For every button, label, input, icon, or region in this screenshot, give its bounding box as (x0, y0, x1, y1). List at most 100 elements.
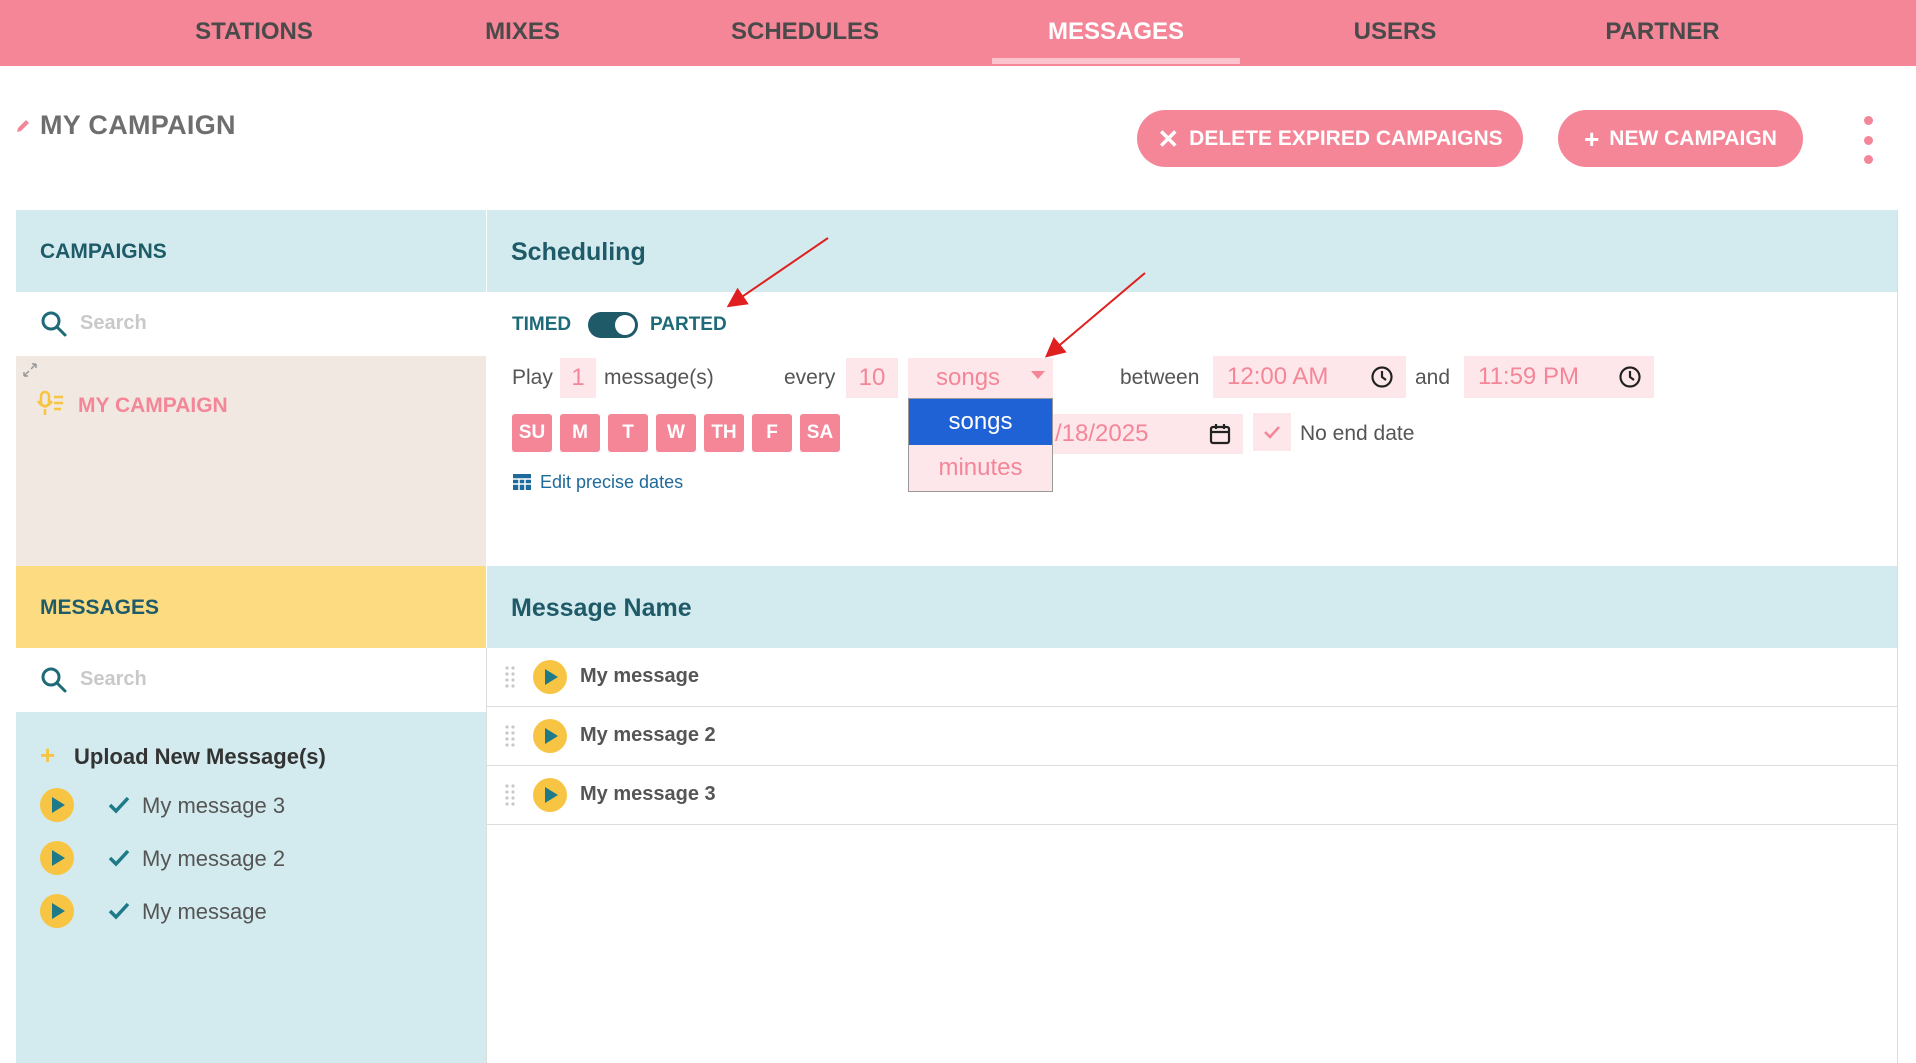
tab-partner[interactable]: PARTNER (1585, 0, 1740, 66)
play-button[interactable] (533, 660, 567, 694)
edit-precise-dates-label: Edit precise dates (540, 472, 684, 492)
unit-option-songs[interactable]: songs (909, 399, 1052, 445)
tab-mixes[interactable]: MIXES (440, 0, 605, 66)
no-end-date-checkbox[interactable] (1253, 413, 1291, 451)
timed-label[interactable]: TIMED (512, 314, 571, 336)
play-button[interactable] (533, 778, 567, 812)
unit-select-value: songs (936, 364, 1001, 391)
end-time-input[interactable]: 11:59 PM (1464, 356, 1654, 398)
table-row[interactable]: My message (487, 648, 1898, 707)
campaign-item[interactable]: MY CAMPAIGN (36, 386, 476, 426)
campaigns-title: CAMPAIGNS (40, 240, 167, 263)
pencil-icon[interactable] (15, 118, 31, 134)
clock-icon[interactable] (1618, 365, 1642, 389)
every-value-input[interactable]: 10 (846, 358, 898, 398)
messages-header: MESSAGES (16, 566, 486, 648)
plus-icon: + (1584, 123, 1600, 154)
play-button[interactable] (40, 894, 74, 928)
table-icon (513, 474, 531, 490)
active-tab-indicator (992, 58, 1240, 64)
messages-title: MESSAGES (40, 596, 160, 619)
scheduling-header: Scheduling (487, 210, 1898, 292)
top-nav: STATIONS MIXES SCHEDULES MESSAGES USERS … (0, 0, 1916, 66)
app-root: STATIONS MIXES SCHEDULES MESSAGES USERS … (0, 0, 1916, 1063)
play-button[interactable] (40, 841, 74, 875)
play-count-input[interactable]: 1 (560, 358, 596, 398)
and-label: and (1415, 366, 1451, 389)
no-end-date-label: No end date (1300, 422, 1415, 445)
start-time-input[interactable]: 12:00 AM (1213, 356, 1406, 398)
message-search[interactable]: Search (16, 648, 486, 712)
library-message-label[interactable]: My message 3 (142, 793, 285, 819)
delete-expired-label: DELETE EXPIRED CAMPAIGNS (1189, 126, 1503, 150)
expand-icon[interactable] (22, 362, 38, 378)
message-library: + Upload New Message(s) My message 3 My … (16, 712, 486, 1063)
library-message-label[interactable]: My message 2 (142, 846, 285, 872)
campaign-mic-icon (36, 390, 63, 415)
drag-handle-icon[interactable] (505, 666, 515, 688)
campaign-search-input[interactable]: Search (80, 312, 147, 335)
drag-handle-icon[interactable] (505, 784, 515, 806)
page-title[interactable]: MY CAMPAIGN (40, 110, 236, 141)
messages-label: message(s) (604, 366, 714, 389)
chevron-down-icon (1031, 371, 1045, 379)
tab-users[interactable]: USERS (1320, 0, 1470, 66)
campaign-list: MY CAMPAIGN (16, 356, 486, 566)
tab-messages[interactable]: MESSAGES (992, 0, 1240, 66)
day-button-sa[interactable]: SA (800, 414, 840, 452)
checkmark-icon (108, 902, 130, 920)
campaigns-header: CAMPAIGNS (16, 210, 486, 292)
end-time-value: 11:59 PM (1478, 363, 1579, 390)
unit-select[interactable]: songs (908, 358, 1053, 398)
play-button[interactable] (40, 788, 74, 822)
campaign-item-label: MY CAMPAIGN (78, 394, 228, 417)
timed-parted-toggle[interactable] (588, 312, 638, 338)
day-button-f[interactable]: F (752, 414, 792, 452)
day-button-m[interactable]: M (560, 414, 600, 452)
tab-schedules[interactable]: SCHEDULES (715, 0, 895, 66)
message-name-column-title: Message Name (511, 594, 692, 622)
parted-label[interactable]: PARTED (650, 314, 727, 336)
checkmark-icon (108, 796, 130, 814)
unit-dropdown-list: songs minutes (908, 398, 1053, 492)
day-button-su[interactable]: SU (512, 414, 552, 452)
close-icon: ✕ (1157, 123, 1180, 154)
search-icon (41, 667, 67, 693)
tab-stations[interactable]: STATIONS (170, 0, 338, 66)
end-date-input[interactable]: /18/2025 (1053, 414, 1243, 454)
campaign-search[interactable]: Search (16, 292, 486, 356)
new-campaign-button[interactable]: + NEW CAMPAIGN (1558, 110, 1803, 167)
table-row[interactable]: My message 2 (487, 707, 1898, 766)
content-border (1897, 210, 1898, 1063)
unit-option-minutes[interactable]: minutes (909, 445, 1052, 491)
message-name-header: Message Name (487, 566, 1898, 648)
checkmark-icon (108, 849, 130, 867)
day-button-t[interactable]: T (608, 414, 648, 452)
play-label: Play (512, 366, 553, 389)
search-icon (41, 311, 67, 337)
every-label: every (784, 366, 836, 389)
day-button-th[interactable]: TH (704, 414, 744, 452)
message-name: My message 3 (580, 783, 716, 805)
message-name: My message 2 (580, 724, 716, 746)
message-name: My message (580, 665, 699, 687)
day-button-w[interactable]: W (656, 414, 696, 452)
library-message-label[interactable]: My message (142, 899, 267, 925)
message-search-input[interactable]: Search (80, 668, 147, 691)
end-date-value: /18/2025 (1055, 420, 1149, 447)
checkmark-icon (1264, 426, 1280, 439)
calendar-icon[interactable] (1209, 423, 1231, 445)
new-campaign-label: NEW CAMPAIGN (1609, 126, 1777, 150)
more-options-icon[interactable] (1860, 116, 1876, 164)
upload-label: Upload New Message(s) (74, 744, 326, 769)
between-label: between (1120, 366, 1200, 389)
scheduling-title: Scheduling (511, 238, 646, 266)
clock-icon[interactable] (1370, 365, 1394, 389)
play-button[interactable] (533, 719, 567, 753)
drag-handle-icon[interactable] (505, 725, 515, 747)
plus-icon: + (40, 740, 56, 770)
delete-expired-campaigns-button[interactable]: ✕ DELETE EXPIRED CAMPAIGNS (1137, 110, 1523, 167)
column-divider (486, 648, 487, 1063)
start-time-value: 12:00 AM (1227, 363, 1329, 390)
table-row[interactable]: My message 3 (487, 766, 1898, 825)
